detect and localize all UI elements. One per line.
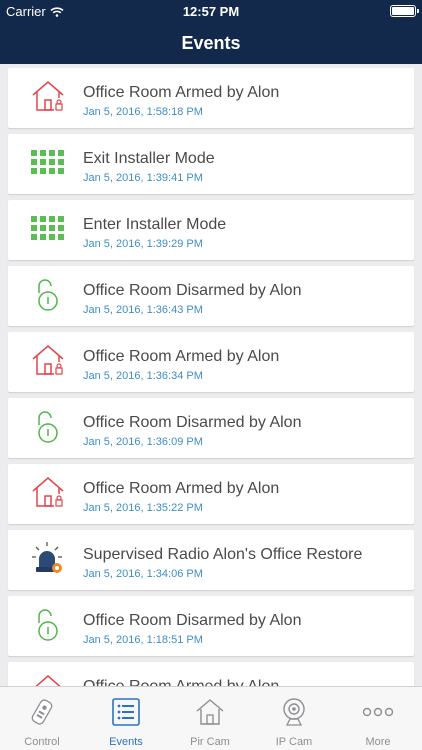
event-title: Office Room Armed by Alon <box>83 678 279 686</box>
keypad-icon <box>30 144 66 180</box>
event-row[interactable]: Office Room Armed by Alon Jan 5, 2016, 1… <box>8 464 414 524</box>
event-date: Jan 5, 2016, 1:39:29 PM <box>83 238 203 250</box>
event-title: Office Room Armed by Alon <box>83 348 280 365</box>
event-row[interactable]: Office Room Disarmed by Alon Jan 5, 2016… <box>8 596 414 656</box>
unlock-icon <box>30 276 66 312</box>
nav-bar: Events <box>0 22 422 64</box>
house-outline-icon <box>195 697 225 727</box>
webcam-icon <box>279 697 309 727</box>
event-title: Office Room Disarmed by Alon <box>83 612 302 629</box>
tab-pir-cam[interactable]: Pir Cam <box>168 687 252 750</box>
event-row[interactable]: Office Room Disarmed by Alon Jan 5, 2016… <box>8 266 414 326</box>
house-armed-icon <box>30 474 66 510</box>
event-title: Office Room Disarmed by Alon <box>83 414 302 431</box>
event-title: Office Room Disarmed by Alon <box>83 282 302 299</box>
tab-label: Events <box>109 736 143 748</box>
event-row[interactable]: Office Room Disarmed by Alon Jan 5, 2016… <box>8 398 414 458</box>
event-list-icon <box>111 697 141 727</box>
remote-control-icon <box>27 697 57 727</box>
event-date: Jan 5, 2016, 1:34:06 PM <box>83 568 203 580</box>
house-armed-icon <box>30 342 66 378</box>
event-date: Jan 5, 2016, 1:58:18 PM <box>83 106 203 118</box>
unlock-icon <box>30 408 66 444</box>
keypad-icon <box>30 210 66 246</box>
house-armed-icon <box>30 78 66 114</box>
event-title: Office Room Armed by Alon <box>83 480 280 497</box>
siren-icon <box>30 540 66 576</box>
event-title: Enter Installer Mode <box>83 216 227 233</box>
battery-icon <box>390 5 419 17</box>
tab-events[interactable]: Events <box>84 687 168 750</box>
event-date: Jan 5, 2016, 1:36:09 PM <box>83 436 203 448</box>
event-row[interactable]: Enter Installer Mode Jan 5, 2016, 1:39:2… <box>8 200 414 260</box>
event-title: Office Room Armed by Alon <box>83 84 280 101</box>
tab-bar: Control Events Pir Cam IP Cam More <box>0 686 422 750</box>
event-row[interactable]: Exit Installer Mode Jan 5, 2016, 1:39:41… <box>8 134 414 194</box>
event-date: Jan 5, 2016, 1:35:22 PM <box>83 502 203 514</box>
tab-label: Pir Cam <box>190 736 230 748</box>
tab-more[interactable]: More <box>336 687 420 750</box>
more-dots-icon <box>362 697 394 727</box>
event-title: Supervised Radio Alon's Office Restore <box>83 546 363 563</box>
event-row[interactable]: Office Room Armed by Alon <box>8 662 414 686</box>
house-armed-icon <box>30 672 66 686</box>
tab-label: IP Cam <box>275 736 313 748</box>
tab-ip-cam[interactable]: IP Cam <box>252 687 336 750</box>
event-date: Jan 5, 2016, 1:18:51 PM <box>83 634 203 646</box>
event-row[interactable]: Supervised Radio Alon's Office Restore J… <box>8 530 414 590</box>
status-bar: Carrier 12:57 PM <box>0 0 422 22</box>
event-date: Jan 5, 2016, 1:36:43 PM <box>83 304 203 316</box>
event-row[interactable]: Office Room Armed by Alon Jan 5, 2016, 1… <box>8 68 414 128</box>
event-date: Jan 5, 2016, 1:39:41 PM <box>83 172 203 184</box>
event-row[interactable]: Office Room Armed by Alon Jan 5, 2016, 1… <box>8 332 414 392</box>
page-title: Events <box>181 33 241 53</box>
unlock-icon <box>30 606 66 642</box>
event-title: Exit Installer Mode <box>83 150 215 167</box>
event-date: Jan 5, 2016, 1:36:34 PM <box>83 370 203 382</box>
tab-control[interactable]: Control <box>0 687 84 750</box>
status-time: 12:57 PM <box>182 4 240 19</box>
events-list[interactable]: Office Room Armed by Alon Jan 5, 2016, 1… <box>0 64 422 686</box>
tab-label: Control <box>24 736 60 748</box>
tab-label: More <box>365 736 391 748</box>
